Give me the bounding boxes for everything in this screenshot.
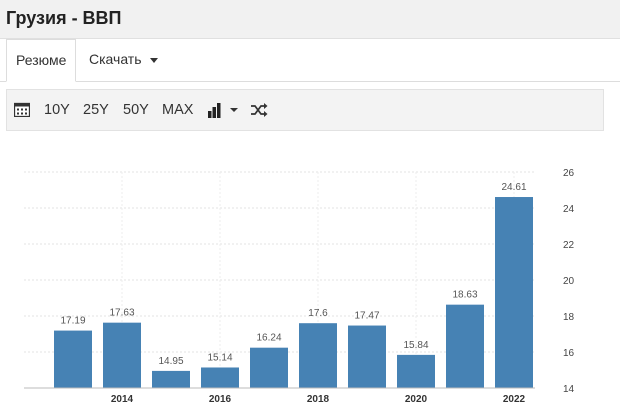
tab-bar: Резюме Скачать	[0, 39, 620, 82]
y-tick-label: 18	[563, 312, 575, 323]
bar[interactable]	[348, 325, 386, 388]
range-25y-button[interactable]: 25Y	[83, 90, 109, 130]
x-tick-label: 2018	[307, 394, 330, 405]
gdp-bar-chart: 1416182022242617.1917.6314.95 15.1416.241…	[24, 168, 575, 405]
bar[interactable]	[250, 347, 288, 388]
page-title: Грузия - ВВП	[6, 8, 122, 28]
x-tick-label: 2022	[503, 394, 526, 405]
range-max-button[interactable]: MAX	[162, 90, 193, 130]
bar[interactable]	[201, 367, 239, 388]
bar-value-label: 15.84	[403, 340, 428, 351]
bar-value-label: 15.14	[207, 352, 232, 363]
shuffle-icon[interactable]	[250, 102, 268, 118]
y-tick-label: 14	[563, 384, 575, 395]
y-tick-label: 20	[563, 276, 575, 287]
bar-value-label: 16.24	[256, 333, 281, 344]
bar[interactable]	[397, 354, 435, 388]
range-10y-button[interactable]: 10Y	[44, 90, 70, 130]
y-tick-label: 24	[563, 204, 575, 215]
bar-value-label: 17.63	[109, 308, 134, 319]
range-50y-button[interactable]: 50Y	[123, 90, 149, 130]
chart-area: 14 16 18 20 22 24 26 17.19 17.63 14.95 15.14 16.24 1…	[6, 140, 604, 412]
tab-download[interactable]: Скачать	[80, 39, 167, 80]
bar-value-label: 17.47	[354, 311, 379, 322]
x-tick-label: 2016	[209, 394, 232, 405]
chevron-down-icon	[149, 57, 158, 63]
bar[interactable]	[495, 197, 533, 388]
bar[interactable]	[103, 322, 141, 388]
x-tick-label: 2020	[405, 394, 428, 405]
tab-summary[interactable]: Резюме	[6, 39, 77, 82]
calendar-icon[interactable]	[14, 102, 30, 117]
bar-value-label: 17.19	[60, 316, 85, 327]
bar-chart-icon[interactable]	[207, 102, 241, 118]
y-tick-label: 16	[563, 348, 575, 359]
bar-value-label: 24.61	[501, 182, 526, 193]
y-tick-label: 26	[563, 168, 575, 179]
bar[interactable]	[54, 330, 92, 388]
bar[interactable]	[299, 323, 337, 388]
bar-value-label: 17.6	[308, 308, 328, 319]
bar-value-label: 18.63	[452, 290, 477, 301]
y-tick-label: 22	[563, 240, 575, 251]
bar[interactable]	[152, 370, 190, 388]
bar[interactable]	[446, 304, 484, 388]
x-tick-label: 2014	[111, 394, 134, 405]
tab-download-label: Скачать	[89, 51, 142, 67]
title-bar: Грузия - ВВП	[0, 0, 620, 39]
chart-toolbar: 10Y 25Y 50Y MAX	[6, 89, 604, 131]
bar-value-label: 14.95	[158, 356, 183, 367]
